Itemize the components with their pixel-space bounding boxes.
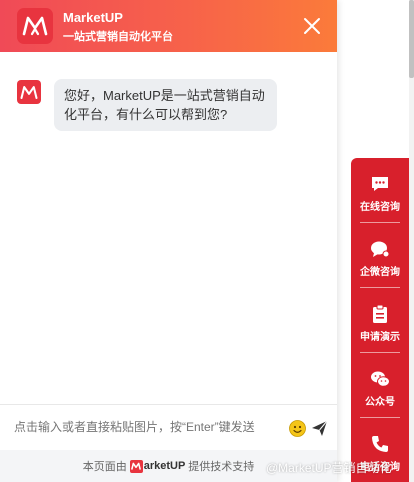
clipboard-icon bbox=[370, 304, 390, 324]
chat-subtitle: 一站式营销自动化平台 bbox=[63, 31, 173, 43]
input-bar bbox=[0, 404, 337, 450]
footer-brand-label: arketUP bbox=[143, 460, 186, 472]
side-item-label: 申请演示 bbox=[360, 332, 400, 343]
marketup-small-logo-icon bbox=[129, 459, 143, 473]
page-scrollbar[interactable] bbox=[409, 0, 414, 482]
emoji-icon[interactable] bbox=[289, 420, 306, 437]
footer-prefix: 本页面由 bbox=[82, 461, 127, 473]
message-list: 您好，MarketUP是一站式营销自动化平台，有什么可以帮到您? bbox=[0, 52, 337, 404]
footer-suffix: 提供技术支持 bbox=[188, 461, 255, 473]
phone-icon bbox=[370, 434, 390, 454]
side-item-online-chat[interactable]: 在线咨询 bbox=[351, 158, 409, 222]
chat-bubble-icon bbox=[370, 174, 390, 194]
chat-header: MarketUP 一站式营销自动化平台 bbox=[0, 0, 337, 52]
wecom-icon bbox=[370, 239, 390, 259]
close-icon[interactable] bbox=[300, 14, 324, 38]
chat-title: MarketUP bbox=[63, 10, 123, 25]
scrollbar-thumb[interactable] bbox=[409, 0, 414, 78]
watermark: @MarketUP营销自动化 bbox=[266, 461, 392, 475]
side-contact-panel: 在线咨询 企微咨询 申请演示 公众号 电话咨询 bbox=[351, 158, 409, 482]
side-item-label: 在线咨询 bbox=[360, 202, 400, 213]
side-item-label: 企微咨询 bbox=[360, 267, 400, 278]
chat-widget: MarketUP 一站式营销自动化平台 您好，MarketUP是一站式营销自动化… bbox=[0, 0, 337, 482]
send-icon[interactable] bbox=[311, 420, 328, 437]
marketup-logo-icon bbox=[17, 8, 53, 44]
wechat-icon bbox=[370, 369, 390, 389]
footer-brand[interactable]: arketUP bbox=[129, 459, 186, 473]
message-input[interactable] bbox=[14, 420, 279, 434]
message-bubble: 您好，MarketUP是一站式营销自动化平台，有什么可以帮到您? bbox=[54, 79, 277, 131]
side-item-wecom[interactable]: 企微咨询 bbox=[351, 223, 409, 287]
side-item-label: 公众号 bbox=[365, 397, 395, 408]
side-item-official-account[interactable]: 公众号 bbox=[351, 353, 409, 417]
side-item-request-demo[interactable]: 申请演示 bbox=[351, 288, 409, 352]
bot-avatar bbox=[17, 80, 41, 104]
